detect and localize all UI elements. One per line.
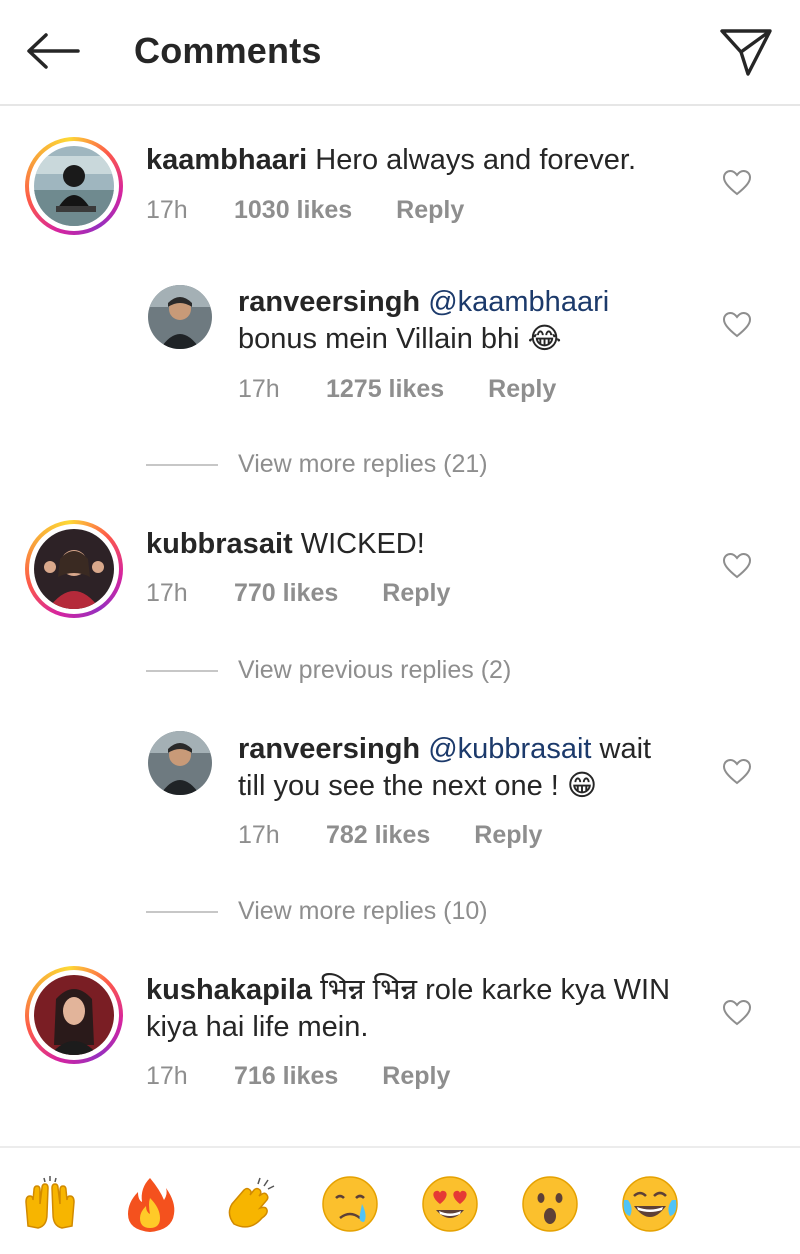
fire-icon[interactable] bbox=[120, 1174, 180, 1234]
view-replies-label: View previous replies (2) bbox=[238, 656, 512, 684]
comment-likes[interactable]: 1030 likes bbox=[234, 196, 352, 225]
comment-meta: 17h 782 likes Reply bbox=[238, 821, 542, 850]
comment-likes[interactable]: 716 likes bbox=[234, 1062, 338, 1091]
comment-time: 17h bbox=[146, 579, 188, 607]
avatar-story-ring[interactable] bbox=[25, 520, 123, 618]
comment-text: kiya hai life mein. bbox=[146, 1011, 369, 1043]
view-previous-replies[interactable]: View previous replies (2) bbox=[146, 656, 511, 685]
surprised-face-icon[interactable] bbox=[520, 1174, 580, 1234]
comment-username[interactable]: ranveersingh bbox=[238, 286, 420, 318]
comment-text: wait bbox=[599, 733, 652, 765]
avatar[interactable] bbox=[148, 731, 212, 795]
reply-button[interactable]: Reply bbox=[382, 579, 450, 608]
divider-line bbox=[146, 910, 218, 913]
comment-text: till you see the next one ! bbox=[238, 770, 559, 802]
clapping-hands-icon[interactable] bbox=[220, 1174, 280, 1234]
comment-meta: 17h 770 likes Reply bbox=[146, 579, 450, 608]
divider-line bbox=[146, 669, 218, 672]
avatar bbox=[34, 146, 114, 226]
back-arrow-icon[interactable] bbox=[22, 26, 82, 76]
comment-time: 17h bbox=[146, 196, 188, 224]
comment-text: bonus mein Villain bhi bbox=[238, 323, 520, 355]
view-replies-label: View more replies (21) bbox=[238, 450, 488, 478]
comment-time: 17h bbox=[146, 1062, 188, 1090]
crying-face-icon[interactable] bbox=[320, 1174, 380, 1234]
comment-username[interactable]: kushakapila bbox=[146, 974, 312, 1006]
view-more-replies[interactable]: View more replies (21) bbox=[146, 450, 488, 479]
comment-text: WICKED! bbox=[300, 528, 425, 560]
divider-line bbox=[146, 463, 218, 466]
comment-likes[interactable]: 770 likes bbox=[234, 579, 338, 608]
view-more-replies[interactable]: View more replies (10) bbox=[146, 897, 488, 926]
comment-username[interactable]: kubbrasait bbox=[146, 528, 293, 560]
raising-hands-icon[interactable] bbox=[20, 1174, 80, 1234]
heart-icon[interactable] bbox=[722, 998, 752, 1028]
avatar bbox=[34, 529, 114, 609]
emoji-reaction-bar bbox=[0, 1146, 800, 1254]
heart-icon[interactable] bbox=[722, 757, 752, 787]
comment-time: 17h bbox=[238, 375, 280, 403]
tears-of-joy-icon[interactable] bbox=[620, 1174, 680, 1234]
reply-button[interactable]: Reply bbox=[382, 1062, 450, 1091]
page-title: Comments bbox=[134, 30, 322, 71]
heart-eyes-icon[interactable] bbox=[420, 1174, 480, 1234]
tears-of-joy-emoji: 😂 bbox=[527, 323, 562, 355]
comment-username[interactable]: ranveersingh bbox=[238, 733, 420, 765]
comment-likes[interactable]: 782 likes bbox=[326, 821, 430, 850]
avatar-story-ring[interactable] bbox=[25, 966, 123, 1064]
avatar-story-ring[interactable] bbox=[25, 137, 123, 235]
comment-text: Hero always and forever. bbox=[315, 144, 637, 176]
comment-username[interactable]: kaambhaari bbox=[146, 144, 307, 176]
comment-meta: 17h 1030 likes Reply bbox=[146, 196, 464, 225]
comment-meta: 17h 716 likes Reply bbox=[146, 1062, 450, 1091]
reply-button[interactable]: Reply bbox=[488, 375, 556, 404]
paper-plane-icon[interactable] bbox=[716, 24, 776, 80]
heart-icon[interactable] bbox=[722, 168, 752, 198]
comment-text: भिन्न भिन्न role karke kya WIN bbox=[320, 974, 671, 1006]
mention-link[interactable]: @kaambhaari bbox=[428, 286, 609, 318]
view-replies-label: View more replies (10) bbox=[238, 897, 488, 925]
header-bar: Comments bbox=[0, 0, 800, 106]
reply-button[interactable]: Reply bbox=[396, 196, 464, 225]
comment-time: 17h bbox=[238, 821, 280, 849]
mention-link[interactable]: @kubbrasait bbox=[428, 733, 591, 765]
heart-icon[interactable] bbox=[722, 551, 752, 581]
reply-button[interactable]: Reply bbox=[474, 821, 542, 850]
comment-meta: 17h 1275 likes Reply bbox=[238, 375, 556, 404]
heart-icon[interactable] bbox=[722, 310, 752, 340]
comment-likes[interactable]: 1275 likes bbox=[326, 375, 444, 404]
avatar[interactable] bbox=[148, 285, 212, 349]
avatar bbox=[34, 975, 114, 1055]
grinning-emoji: 😁 bbox=[566, 770, 598, 802]
